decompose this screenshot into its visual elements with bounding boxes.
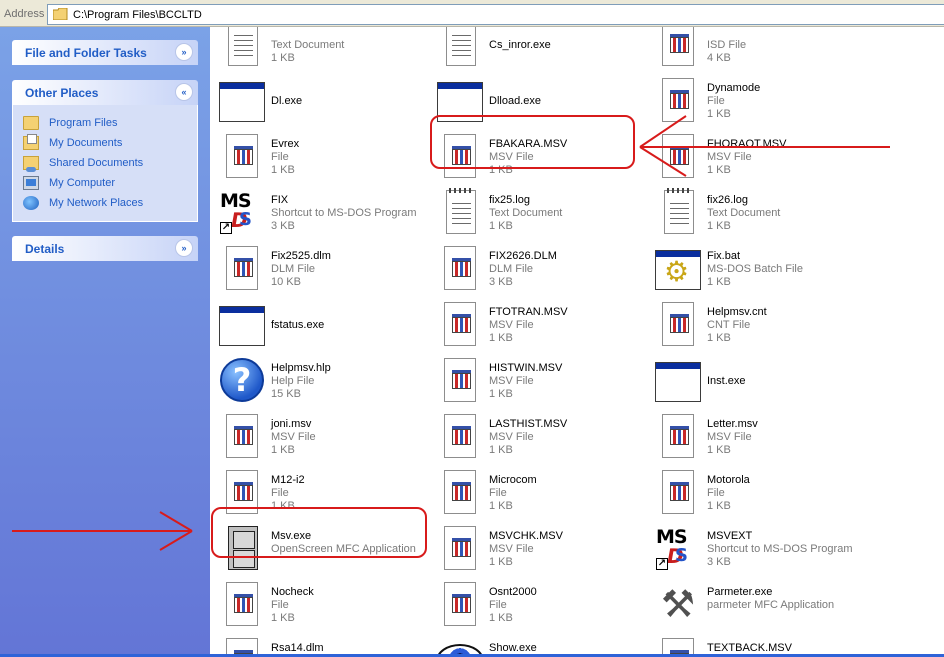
arrow-to-msv-exe [12, 511, 193, 551]
arrow-to-fbakara [639, 115, 890, 177]
annotation-arrows [12, 115, 890, 551]
